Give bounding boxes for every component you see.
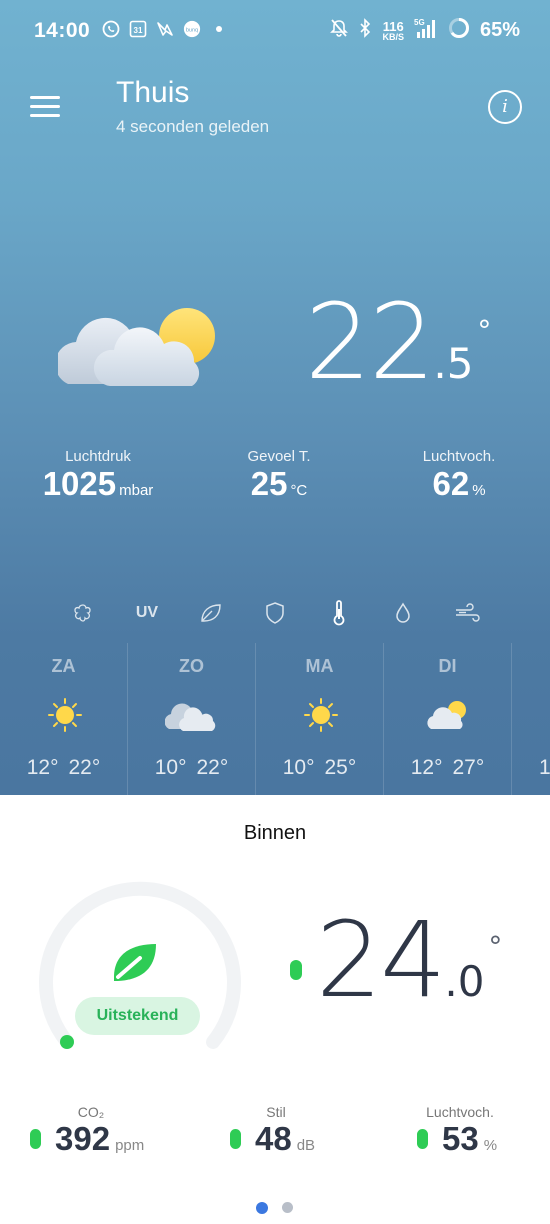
calendar-icon: 31	[129, 20, 147, 38]
stat-indoor-humidity: Luchtvoch. 53%	[417, 1104, 503, 1158]
messenger-icon	[156, 20, 174, 38]
svg-text:5G: 5G	[414, 18, 425, 27]
cloud-icon	[165, 703, 216, 731]
stat-feels-like: Gevoel T. 25 °C	[247, 448, 311, 502]
gauge-indicator	[60, 1035, 74, 1049]
net-speed: 116 KB/S	[382, 18, 404, 42]
page-dot-active[interactable]	[256, 1202, 268, 1214]
svg-text:bunq: bunq	[186, 27, 198, 33]
sun-icon	[48, 698, 82, 732]
forecast-day[interactable]: MA 10° 25°	[256, 643, 384, 795]
notification-icons: 31 bunq	[102, 20, 228, 38]
bunq-icon: bunq	[183, 20, 201, 38]
leaf-icon	[114, 944, 156, 981]
svg-text:31: 31	[134, 26, 143, 35]
battery-level: 65%	[479, 19, 520, 41]
stat-noise: Stil 48 dB	[230, 1104, 315, 1158]
outdoor-temperature: 22 .5 °	[305, 281, 492, 403]
forecast-strip[interactable]: ZA 12° 22° ZO 10° 22° MA 10° 25° DI 12° …	[0, 643, 550, 795]
status-time: 14:00	[34, 19, 91, 42]
wind-icon[interactable]	[453, 598, 483, 628]
indoor-title: Binnen	[243, 822, 307, 844]
system-icons: 116 KB/S 5G 65%	[330, 17, 520, 44]
stat-humidity: Luchtvoch. 62%	[422, 448, 496, 502]
forecast-day[interactable]: ZA 12° 22°	[0, 643, 128, 795]
signal-icon: 5G	[414, 17, 438, 44]
info-icon: i	[502, 96, 508, 117]
whatsapp-icon	[102, 20, 120, 38]
outdoor-panel: 14:00 31 bunq 116 KB/S 5G 65% Thuis 4 se…	[0, 0, 550, 795]
status-bar: 14:00 31 bunq 116 KB/S 5G 65%	[0, 0, 550, 64]
info-button[interactable]: i	[488, 90, 522, 124]
menu-button[interactable]	[30, 96, 60, 120]
leaf-icon[interactable]	[198, 598, 224, 628]
forecast-day[interactable]: DI 12° 27°	[384, 643, 512, 795]
forecast-day[interactable]: ZO 10° 22°	[128, 643, 256, 795]
status-dot	[290, 960, 302, 980]
sun-icon	[304, 698, 338, 732]
location-title[interactable]: Thuis	[116, 76, 189, 110]
pollen-icon[interactable]	[70, 598, 96, 628]
metric-tabs: UV	[0, 598, 550, 630]
indoor-temperature: 24 .0 °	[290, 908, 502, 1012]
dot-icon	[210, 20, 228, 38]
page-indicator[interactable]	[256, 1202, 293, 1214]
mute-icon	[330, 18, 349, 43]
stat-co2: CO₂ 392 ppm	[30, 1104, 144, 1158]
air-quality-badge: Uitstekend	[75, 997, 200, 1035]
battery-ring-icon	[448, 17, 470, 44]
forecast-day[interactable]: 13	[512, 643, 550, 795]
last-updated: 4 seconden geleden	[116, 117, 270, 136]
shield-icon[interactable]	[262, 598, 288, 628]
page-dot[interactable]	[282, 1202, 293, 1213]
stat-pressure: Luchtdruk 1025 mbar	[42, 448, 154, 502]
thermometer-icon[interactable]	[326, 598, 352, 628]
partly-cloudy-icon	[58, 308, 215, 386]
partly-cloudy-icon	[427, 701, 466, 729]
bluetooth-icon	[358, 18, 372, 43]
uv-icon[interactable]: UV	[133, 598, 161, 628]
drop-icon[interactable]	[390, 598, 416, 628]
